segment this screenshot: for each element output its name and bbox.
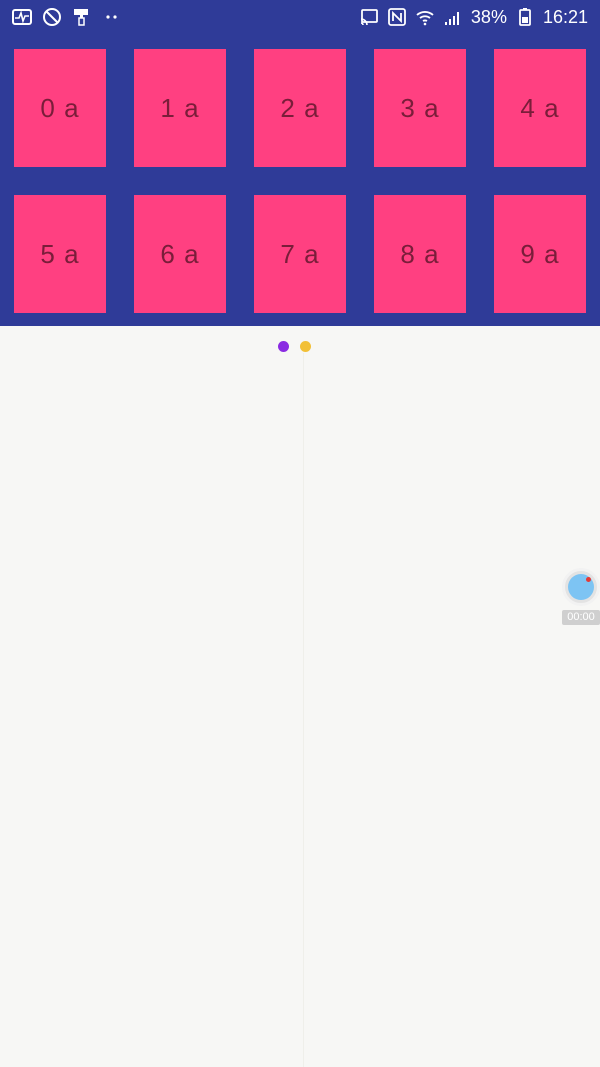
record-icon: [562, 568, 600, 606]
content-divider: [303, 353, 304, 1067]
status-right-icons: 38% 16:21: [359, 7, 588, 28]
grid-tile[interactable]: 4 a: [494, 49, 586, 167]
battery-icon: [515, 7, 535, 27]
battery-percent: 38%: [470, 6, 507, 27]
page-indicator: [0, 341, 600, 353]
floating-recorder-button[interactable]: 00:00: [562, 568, 600, 626]
signal-icon: [443, 7, 463, 27]
page-dot[interactable]: [300, 341, 311, 352]
status-left-icons: [12, 7, 122, 27]
grid-tile[interactable]: 7 a: [254, 195, 346, 313]
grid-tile[interactable]: 8 a: [374, 195, 466, 313]
grid-tile[interactable]: 1 a: [134, 49, 226, 167]
grid-tile[interactable]: 6 a: [134, 195, 226, 313]
page-dot-active[interactable]: [278, 341, 289, 352]
grid-panel: 0 a 1 a 2 a 3 a 4 a 5 a 6 a 7 a 8 a 9 a: [0, 34, 600, 326]
status-bar: 38% 16:21: [0, 0, 600, 34]
grid-tile[interactable]: 9 a: [494, 195, 586, 313]
clock: 16:21: [542, 6, 588, 27]
more-dots-icon: [102, 7, 122, 27]
recorder-timer: 00:00: [562, 610, 600, 625]
paint-roller-icon: [72, 7, 92, 27]
blocked-icon: [42, 7, 62, 27]
grid-tile[interactable]: 3 a: [374, 49, 466, 167]
cast-icon: [359, 7, 379, 27]
grid-tile[interactable]: 0 a: [14, 49, 106, 167]
activity-icon: [12, 7, 32, 27]
wifi-icon: [415, 7, 435, 27]
nfc-icon: [387, 7, 407, 27]
grid-tile[interactable]: 2 a: [254, 49, 346, 167]
grid-tile[interactable]: 5 a: [14, 195, 106, 313]
